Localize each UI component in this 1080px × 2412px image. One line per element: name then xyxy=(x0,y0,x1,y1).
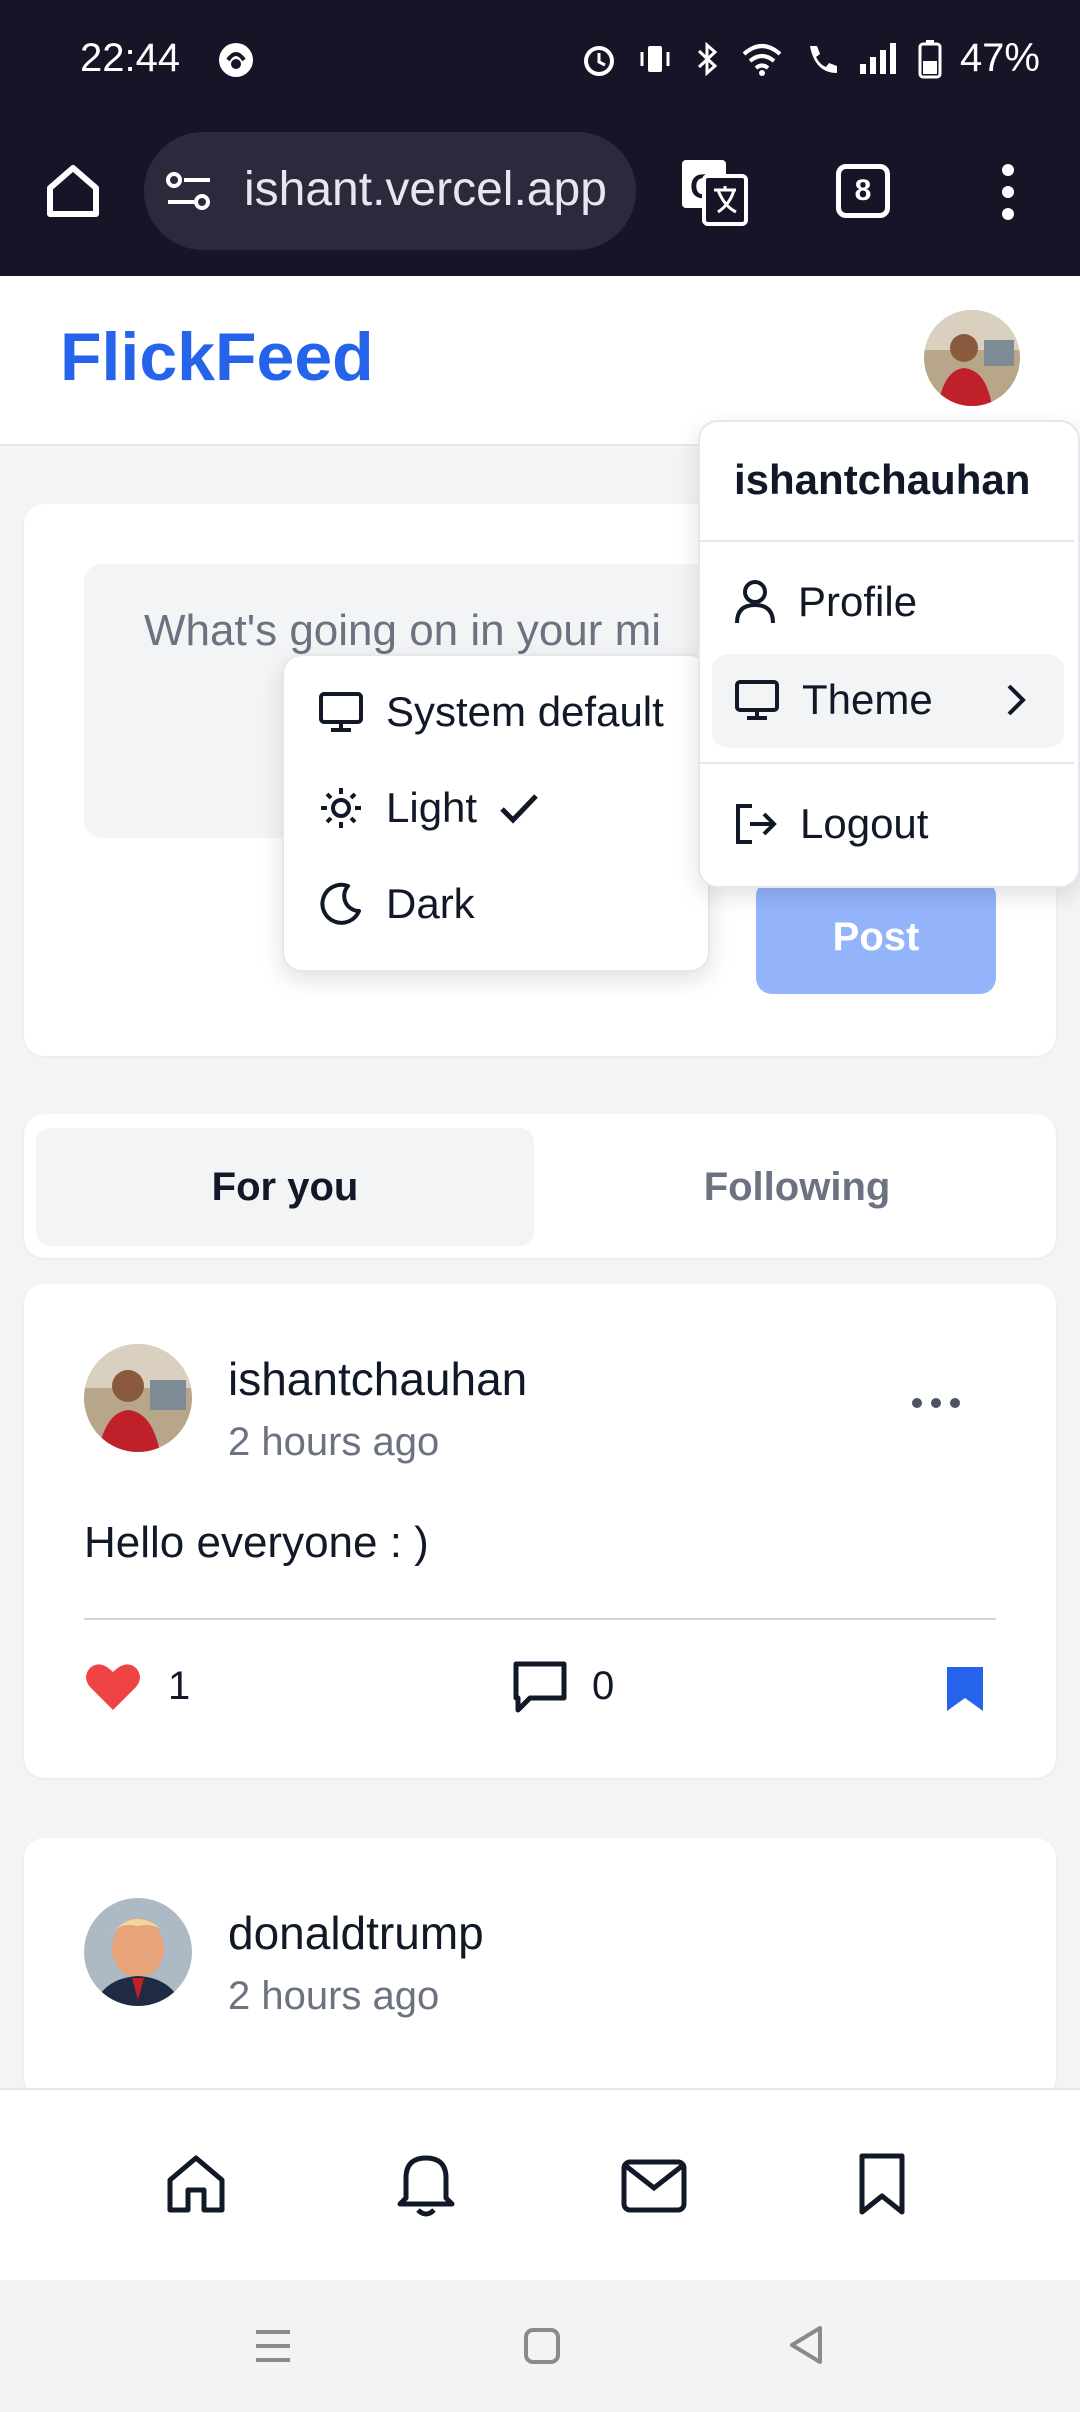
user-icon xyxy=(734,579,776,625)
battery-percent: 47% xyxy=(959,36,1040,80)
nav-messages-icon[interactable] xyxy=(620,2158,688,2214)
signal-icon xyxy=(858,40,900,78)
chevron-right-icon xyxy=(1004,682,1028,718)
monitor-icon xyxy=(734,679,780,721)
like-button[interactable] xyxy=(84,1660,142,1712)
more-horiz-icon[interactable] xyxy=(910,1396,962,1410)
url-text[interactable]: ishant.vercel.app xyxy=(244,162,607,217)
post-timestamp: 2 hours ago xyxy=(228,1974,440,2018)
user-avatar[interactable] xyxy=(924,310,1020,406)
more-vert-icon[interactable] xyxy=(998,162,1018,222)
menu-item-profile[interactable]: Profile xyxy=(734,578,917,626)
wifi-icon xyxy=(740,40,784,78)
post-input-placeholder: What's going on in your mi xyxy=(144,606,662,655)
vibrate-icon xyxy=(636,40,674,78)
comment-count: 0 xyxy=(592,1664,615,1708)
post-content: Hello everyone : ) xyxy=(84,1518,429,1567)
bookmark-icon[interactable] xyxy=(944,1664,986,1714)
alarm-icon xyxy=(580,40,618,78)
like-count: 1 xyxy=(168,1664,191,1708)
theme-option-light[interactable]: Light xyxy=(318,784,539,832)
call-icon xyxy=(802,40,840,78)
menu-item-label: Theme xyxy=(802,676,933,723)
theme-option-dark[interactable]: Dark xyxy=(318,880,475,928)
tab-for-you[interactable]: For you xyxy=(36,1128,534,1246)
sun-icon xyxy=(318,785,364,831)
menu-item-label: Profile xyxy=(798,578,918,625)
post-author-avatar[interactable] xyxy=(84,1898,192,2006)
home-icon[interactable] xyxy=(42,160,104,222)
logout-icon xyxy=(734,802,778,846)
theme-option-label: Light xyxy=(386,784,478,831)
comment-icon[interactable] xyxy=(512,1660,568,1714)
menu-username: ishantchauhan xyxy=(734,456,1031,503)
nav-notifications-icon[interactable] xyxy=(394,2150,458,2218)
home-nav-icon[interactable] xyxy=(522,2326,562,2366)
brand-logo[interactable]: FlickFeed xyxy=(60,318,374,396)
nav-home-icon[interactable] xyxy=(164,2152,228,2216)
vpn-icon xyxy=(216,40,256,80)
tab-following-label: Following xyxy=(703,1164,891,1209)
menu-item-theme-content[interactable]: Theme xyxy=(734,676,933,724)
theme-option-system[interactable]: System default xyxy=(318,688,664,736)
bluetooth-icon xyxy=(692,40,722,78)
tab-for-you-label: For you xyxy=(211,1164,359,1209)
menu-divider xyxy=(700,762,1074,764)
post-author-avatar[interactable] xyxy=(84,1344,192,1452)
tab-following[interactable]: Following xyxy=(552,1128,1042,1246)
tab-count-button[interactable]: 8 xyxy=(836,164,890,218)
post-button[interactable]: Post xyxy=(756,880,996,994)
menu-item-logout[interactable]: Logout xyxy=(734,800,928,848)
post-author-name[interactable]: ishantchauhan xyxy=(228,1352,527,1406)
menu-item-label: Logout xyxy=(800,800,929,847)
post-author-name[interactable]: donaldtrump xyxy=(228,1906,484,1960)
recents-icon[interactable] xyxy=(252,2326,294,2366)
bottom-nav xyxy=(0,2088,1080,2282)
back-icon[interactable] xyxy=(786,2324,826,2366)
translate-icon[interactable]: G xyxy=(678,156,750,228)
monitor-icon xyxy=(318,691,364,733)
tab-count: 8 xyxy=(854,174,872,207)
post-timestamp: 2 hours ago xyxy=(228,1420,440,1464)
theme-option-label: System default xyxy=(386,688,664,735)
post-button-label: Post xyxy=(832,914,920,959)
status-time: 22:44 xyxy=(80,36,181,80)
site-settings-icon[interactable] xyxy=(164,168,214,214)
menu-divider xyxy=(700,540,1074,542)
post-divider xyxy=(84,1618,996,1620)
status-icons: 47% xyxy=(580,36,1040,81)
battery-icon xyxy=(918,39,942,79)
theme-option-label: Dark xyxy=(386,880,475,927)
moon-icon xyxy=(318,881,364,927)
check-icon xyxy=(499,792,539,824)
nav-bookmarks-icon[interactable] xyxy=(858,2152,906,2216)
